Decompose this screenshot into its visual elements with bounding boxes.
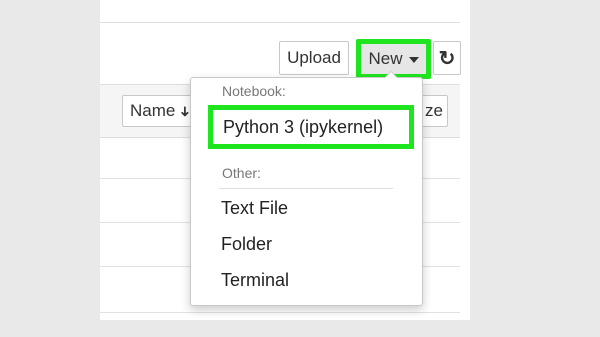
menu-item-terminal[interactable]: Terminal [221,270,289,291]
sort-by-name-button[interactable]: Name ➜ [122,95,194,127]
new-label: New [368,49,403,68]
refresh-button[interactable]: ↻ [433,41,461,75]
upload-button[interactable]: Upload [279,41,349,75]
other-section-header: Other: [222,165,261,181]
menu-divider [219,188,393,189]
refresh-icon: ↻ [438,47,456,70]
notebook-section-header: Notebook: [222,83,286,99]
python3-kernel-label: Python 3 (ipykernel) [223,116,384,137]
upload-label: Upload [287,48,341,67]
menu-item-folder[interactable]: Folder [221,234,272,255]
divider [100,22,460,23]
name-label: Name [130,101,176,120]
caret-down-icon [408,57,419,63]
python3-kernel-item[interactable]: Python 3 (ipykernel) [208,105,414,149]
menu-item-text-file[interactable]: Text File [221,198,288,219]
file-row-divider [100,312,460,313]
size-label: ze [425,101,443,120]
menu-pointer-inner [385,72,397,78]
